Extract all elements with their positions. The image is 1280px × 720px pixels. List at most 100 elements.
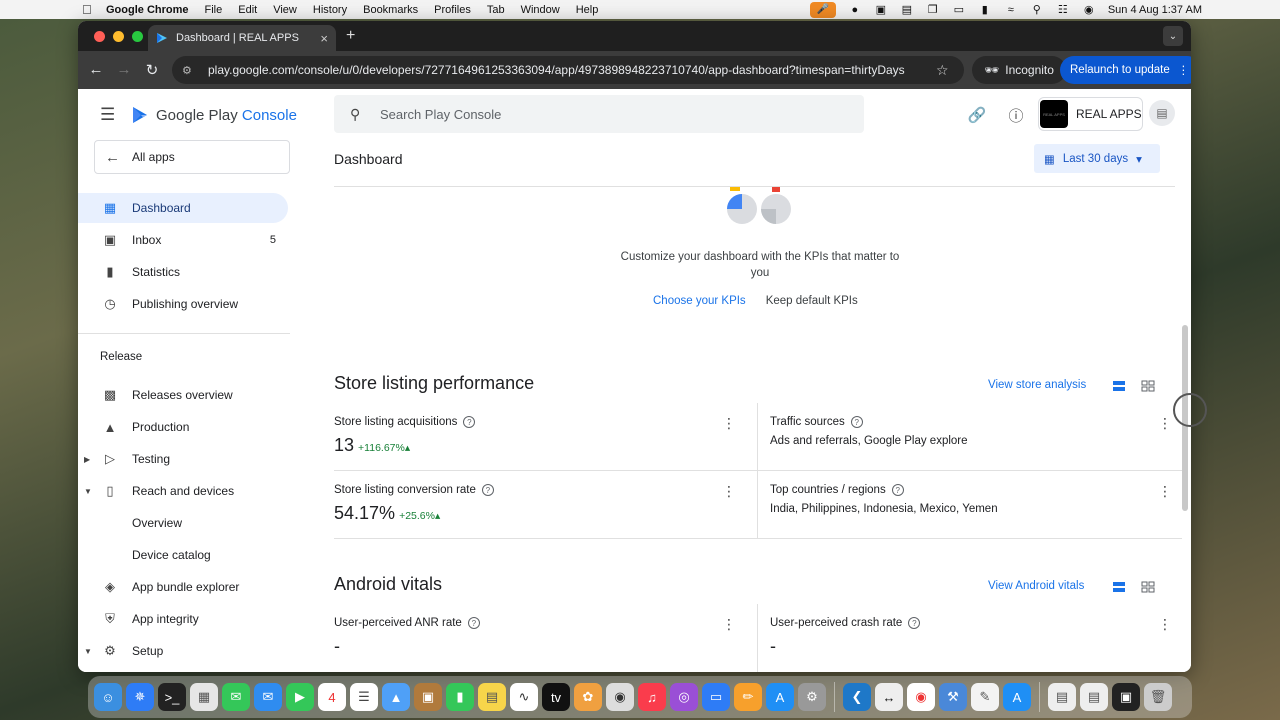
photos-icon[interactable]: ✿ <box>574 683 602 711</box>
relaunch-button[interactable]: Relaunch to update ⋮ <box>1060 56 1191 84</box>
site-info-icon[interactable]: ⚙ <box>182 64 198 77</box>
facetime-icon[interactable]: ▶ <box>286 683 314 711</box>
menu-window[interactable]: Window <box>521 4 560 16</box>
reload-icon[interactable]: ↻ <box>143 61 161 79</box>
expand-down-icon[interactable]: ▼ <box>84 487 92 496</box>
menu-clock[interactable]: Sun 4 Aug 1:37 AM <box>1108 4 1202 16</box>
menu-history[interactable]: History <box>313 4 347 16</box>
menu-tab[interactable]: Tab <box>487 4 505 16</box>
vscode-icon[interactable]: ❮ <box>843 683 871 711</box>
finder-icon[interactable]: ☺ <box>94 683 122 711</box>
sidebar-item-device-catalog[interactable]: Device catalog <box>92 540 288 570</box>
sidebar-item-setup[interactable]: ▼ ⚙ Setup <box>84 636 288 666</box>
help-icon[interactable]: ? <box>481 484 494 496</box>
minimize-window-button[interactable] <box>113 31 124 42</box>
sidebar-item-dashboard[interactable]: ▦ Dashboard <box>78 193 288 223</box>
choose-kpis-link[interactable]: Choose your KPIs <box>653 295 746 307</box>
new-tab-button[interactable]: + <box>346 27 355 45</box>
help-icon[interactable]: ? <box>850 416 863 428</box>
launchpad-icon[interactable]: ▦ <box>190 683 218 711</box>
url-text[interactable]: play.google.com/console/u/0/developers/7… <box>208 63 936 77</box>
hamburger-menu-icon[interactable]: ☰ <box>100 105 120 125</box>
view-android-vitals-link[interactable]: View Android vitals <box>988 580 1084 592</box>
back-icon[interactable]: ← <box>87 61 105 78</box>
view-store-analysis-link[interactable]: View store analysis <box>988 379 1086 391</box>
developer-account-icon[interactable]: ▤ <box>1149 100 1175 126</box>
notes-icon[interactable]: ▤ <box>478 683 506 711</box>
sidebar-item-releases-overview[interactable]: ▩ Releases overview <box>92 380 288 410</box>
app-store-2-icon[interactable]: A <box>1003 683 1031 711</box>
app-store-icon[interactable]: A <box>766 683 794 711</box>
textedit-icon[interactable]: ✎ <box>971 683 999 711</box>
menu-file[interactable]: File <box>205 4 223 16</box>
siri-icon[interactable]: ◉ <box>1082 4 1096 16</box>
tab-search-button[interactable]: ⌄ <box>1163 26 1183 46</box>
calendar-icon[interactable]: 4 <box>318 683 346 711</box>
reminders-icon[interactable]: ☰ <box>350 683 378 711</box>
top-countries-card[interactable]: Top countries / regions? India, Philippi… <box>770 471 1190 539</box>
menu-edit[interactable]: Edit <box>238 4 257 16</box>
keep-default-kpis-link[interactable]: Keep default KPIs <box>766 295 858 307</box>
traffic-sources-card[interactable]: Traffic sources? Ads and referrals, Goog… <box>770 403 1190 471</box>
help-icon[interactable]: ? <box>908 617 921 629</box>
terminal-icon[interactable]: >_ <box>158 683 186 711</box>
more-vert-icon[interactable]: ⋮ <box>722 416 736 430</box>
music-icon[interactable]: ♫ <box>638 683 666 711</box>
clipboard-icon[interactable]: ▤ <box>900 4 914 16</box>
forward-icon[interactable]: → <box>115 61 133 78</box>
sidebar-item-app-bundle-explorer[interactable]: ◈ App bundle explorer <box>92 572 288 602</box>
screenshot-icon[interactable]: ◉ <box>606 683 634 711</box>
system-settings-icon[interactable]: ⚙ <box>798 683 826 711</box>
sidebar-item-inbox[interactable]: ▣ Inbox 5 <box>92 225 288 255</box>
more-vert-icon[interactable]: ⋮ <box>1158 416 1172 430</box>
conversion-rate-card[interactable]: Store listing conversion rate? 54.17% +25… <box>334 471 754 539</box>
control-center-icon[interactable]: ☷ <box>1056 4 1070 16</box>
menu-profiles[interactable]: Profiles <box>434 4 471 16</box>
apple-tv-icon[interactable]: tv <box>542 683 570 711</box>
zoom-window-button[interactable] <box>132 31 143 42</box>
safari-icon[interactable]: ✵ <box>126 683 154 711</box>
google-play-logo-icon[interactable] <box>130 105 150 125</box>
pages-icon[interactable]: ✏ <box>734 683 762 711</box>
date-range-dropdown[interactable]: ▦ Last 30 days ▾ <box>1034 144 1160 173</box>
more-vert-icon[interactable]: ⋮ <box>722 484 736 498</box>
messages-icon[interactable]: ✉ <box>222 683 250 711</box>
sidebar-item-reach-overview[interactable]: Overview <box>92 508 288 538</box>
display-icon[interactable]: ▭ <box>952 4 966 16</box>
menu-bookmarks[interactable]: Bookmarks <box>363 4 418 16</box>
brand-name[interactable]: Google Play Console <box>156 107 297 124</box>
search-input[interactable]: ⚲ Search Play Console <box>334 95 864 133</box>
teamviewer-icon[interactable]: ↔ <box>875 683 903 711</box>
more-vert-icon[interactable]: ⋮ <box>722 617 736 631</box>
sidebar-item-reach-and-devices[interactable]: ▼ ▯ Reach and devices <box>84 476 288 506</box>
grid-view-icon[interactable] <box>1141 380 1155 392</box>
all-apps-button[interactable]: ← All apps <box>94 140 290 174</box>
expand-down-icon[interactable]: ▼ <box>84 647 92 656</box>
sidebar-item-statistics[interactable]: ▮ Statistics <box>92 257 288 287</box>
app-selector[interactable]: REAL APPS REAL APPS <box>1038 97 1143 131</box>
list-view-icon[interactable] <box>1112 380 1126 392</box>
screen-recording-icon[interactable]: ▣ <box>1112 683 1140 711</box>
menu-app-name[interactable]: Google Chrome <box>106 4 189 16</box>
expand-right-icon[interactable]: ▶ <box>84 455 90 464</box>
microphone-icon[interactable]: 🎤 <box>809 1 836 18</box>
list-view-icon[interactable] <box>1112 581 1126 593</box>
grid-view-icon[interactable] <box>1141 581 1155 593</box>
help-icon[interactable]: ⓘ <box>1006 105 1026 125</box>
incognito-indicator[interactable]: 🕶 Incognito <box>972 56 1066 84</box>
menu-view[interactable]: View <box>273 4 297 16</box>
menu-help[interactable]: Help <box>576 4 599 16</box>
help-icon[interactable]: ? <box>467 617 480 629</box>
keynote-icon[interactable]: ▭ <box>702 683 730 711</box>
sidebar-item-testing[interactable]: ▶ ▷ Testing <box>84 444 288 474</box>
document-2-icon[interactable]: ▤ <box>1080 683 1108 711</box>
trash-icon[interactable]: 🗑 <box>1144 683 1172 711</box>
record-icon[interactable]: ● <box>848 4 862 16</box>
help-icon[interactable]: ? <box>891 484 904 496</box>
sidebar-item-publishing-overview[interactable]: ◷ Publishing overview <box>92 289 288 319</box>
window-icon[interactable]: ❐ <box>926 4 940 16</box>
sidebar-item-production[interactable]: ▲ Production <box>92 412 288 442</box>
spotlight-search-icon[interactable]: ⚲ <box>1030 4 1044 16</box>
address-bar[interactable]: ⚙ play.google.com/console/u/0/developers… <box>172 56 964 84</box>
wifi-icon[interactable]: ≈ <box>1004 4 1018 16</box>
